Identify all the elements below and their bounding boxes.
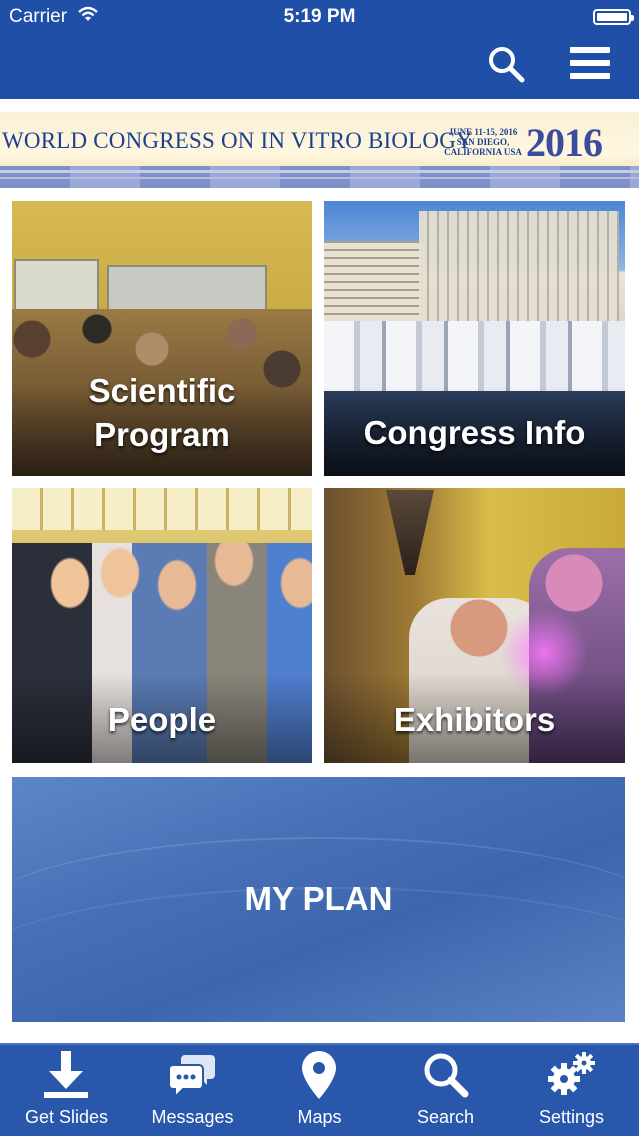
my-plan-label: MY PLAN [244,880,393,917]
people-tile[interactable]: People [12,488,312,763]
chat-bubbles-icon [168,1055,215,1100]
banner-waves [0,166,639,188]
congress-info-tile[interactable]: Congress Info [324,201,625,476]
tab-label: Messages [151,1107,234,1127]
tab-get-slides[interactable]: Get Slides [3,1045,130,1136]
congress-info-label: Congress Info [363,414,586,451]
exhibitors-tile[interactable]: Exhibitors [324,488,625,763]
tab-label: Maps [297,1107,342,1127]
battery-icon [593,9,634,25]
map-pin-icon [302,1051,336,1099]
gears-icon [548,1052,595,1095]
banner-dates: JUNE 11-15, 2016 SAN DIEGO, CALIFORNIA U… [440,127,526,157]
status-bar: Carrier 5:19 PM [0,0,639,34]
marina-boats [324,321,625,391]
tab-settings[interactable]: Settings [508,1045,635,1136]
banner-dates-line1: JUNE 11-15, 2016 [448,127,518,137]
congress-banner: WORLD CONGRESS ON IN VITRO BIOLOGY JUNE … [0,112,639,188]
my-plan-tile[interactable]: MY PLAN [12,777,625,1022]
tab-label: Search [416,1107,475,1127]
tab-label: Get Slides [24,1107,109,1127]
hotel-building [419,211,619,321]
hamburger-menu-icon[interactable] [570,47,610,81]
status-time: 5:19 PM [283,6,356,27]
search-icon[interactable] [486,44,526,84]
search-icon [424,1053,469,1098]
scientific-program-label-line2: Program [94,416,230,453]
banner-dates-line3: CALIFORNIA USA [444,147,522,157]
banner-year: 2016 [526,120,603,165]
hotel-building [324,241,424,321]
banner-title: WORLD CONGRESS ON IN VITRO BIOLOGY [2,128,473,153]
download-icon [44,1051,88,1098]
tab-label: Settings [538,1107,605,1127]
people-label: People [107,701,217,738]
wall-lamp [386,490,434,575]
scientific-program-tile[interactable]: Scientific Program [12,201,312,476]
scientific-program-label-line1: Scientific [88,372,236,409]
tab-messages[interactable]: Messages [129,1045,256,1136]
poster-board [107,265,267,311]
banner-dates-line2: SAN DIEGO, [456,137,510,147]
tab-maps[interactable]: Maps [256,1045,383,1136]
tab-search[interactable]: Search [382,1045,509,1136]
bottom-tab-bar: Get Slides Messages Maps Search Settings [0,1043,639,1136]
ceiling-lights [12,488,312,530]
exhibitors-label: Exhibitors [393,701,556,738]
top-navigation-bar: Carrier 5:19 PM [0,0,639,99]
